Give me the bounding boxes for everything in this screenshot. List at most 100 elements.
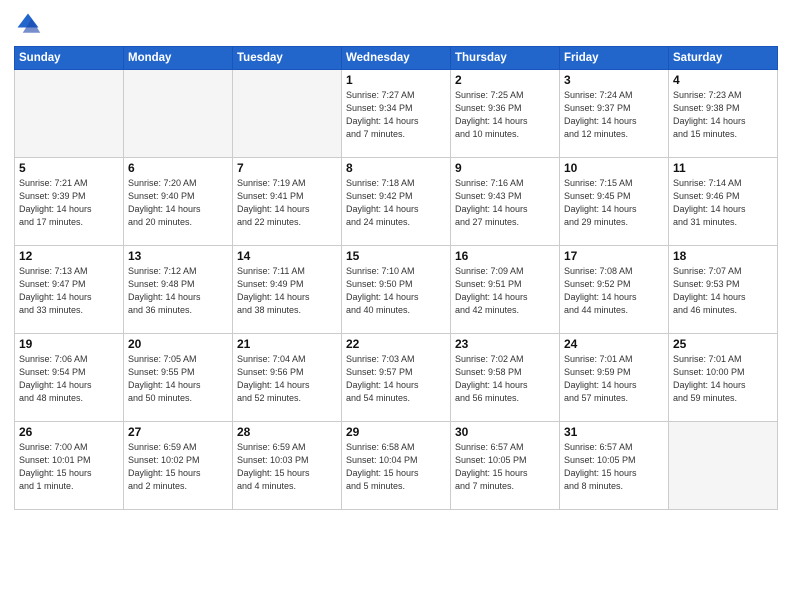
- weekday-header-friday: Friday: [560, 47, 669, 70]
- day-number: 22: [346, 337, 446, 351]
- day-info: Sunrise: 7:09 AMSunset: 9:51 PMDaylight:…: [455, 265, 555, 317]
- calendar-cell: 23 Sunrise: 7:02 AMSunset: 9:58 PMDayligh…: [451, 334, 560, 422]
- day-info: Sunrise: 7:25 AMSunset: 9:36 PMDaylight:…: [455, 89, 555, 141]
- calendar-cell: [669, 422, 778, 510]
- day-info: Sunrise: 7:04 AMSunset: 9:56 PMDaylight:…: [237, 353, 337, 405]
- day-info: Sunrise: 6:59 AMSunset: 10:02 PMDaylight…: [128, 441, 228, 493]
- day-number: 21: [237, 337, 337, 351]
- calendar-cell: 17 Sunrise: 7:08 AMSunset: 9:52 PMDayligh…: [560, 246, 669, 334]
- calendar-cell: 12 Sunrise: 7:13 AMSunset: 9:47 PMDayligh…: [15, 246, 124, 334]
- calendar-cell: 1Sunrise: 7:27 AMSunset: 9:34 PMDaylight…: [342, 70, 451, 158]
- week-row-1: 1Sunrise: 7:27 AMSunset: 9:34 PMDaylight…: [15, 70, 778, 158]
- calendar-cell: 6Sunrise: 7:20 AMSunset: 9:40 PMDaylight…: [124, 158, 233, 246]
- calendar-cell: 2 Sunrise: 7:25 AMSunset: 9:36 PMDaylight…: [451, 70, 560, 158]
- day-info: Sunrise: 7:20 AMSunset: 9:40 PMDaylight:…: [128, 177, 228, 229]
- day-number: 23: [455, 337, 555, 351]
- calendar-cell: 7 Sunrise: 7:19 AMSunset: 9:41 PMDaylight…: [233, 158, 342, 246]
- weekday-header-monday: Monday: [124, 47, 233, 70]
- day-info: Sunrise: 7:23 AMSunset: 9:38 PMDaylight:…: [673, 89, 773, 141]
- day-number: 30: [455, 425, 555, 439]
- week-row-3: 12 Sunrise: 7:13 AMSunset: 9:47 PMDayligh…: [15, 246, 778, 334]
- day-info: Sunrise: 7:02 AMSunset: 9:58 PMDaylight:…: [455, 353, 555, 405]
- day-info: Sunrise: 7:16 AMSunset: 9:43 PMDaylight:…: [455, 177, 555, 229]
- day-info: Sunrise: 6:57 AMSunset: 10:05 PMDaylight…: [564, 441, 664, 493]
- day-number: 13: [128, 249, 228, 263]
- calendar-cell: 3 Sunrise: 7:24 AMSunset: 9:37 PMDaylight…: [560, 70, 669, 158]
- calendar-cell: [233, 70, 342, 158]
- day-info: Sunrise: 7:21 AMSunset: 9:39 PMDaylight:…: [19, 177, 119, 229]
- day-info: Sunrise: 6:59 AMSunset: 10:03 PMDaylight…: [237, 441, 337, 493]
- day-info: Sunrise: 7:03 AMSunset: 9:57 PMDaylight:…: [346, 353, 446, 405]
- calendar-cell: 28 Sunrise: 6:59 AMSunset: 10:03 PMDaylig…: [233, 422, 342, 510]
- week-row-4: 19Sunrise: 7:06 AMSunset: 9:54 PMDayligh…: [15, 334, 778, 422]
- day-number: 19: [19, 337, 119, 351]
- logo: [14, 10, 44, 38]
- calendar-cell: 19Sunrise: 7:06 AMSunset: 9:54 PMDayligh…: [15, 334, 124, 422]
- day-number: 8: [346, 161, 446, 175]
- day-number: 7: [237, 161, 337, 175]
- weekday-header-sunday: Sunday: [15, 47, 124, 70]
- calendar-cell: 10 Sunrise: 7:15 AMSunset: 9:45 PMDayligh…: [560, 158, 669, 246]
- day-number: 9: [455, 161, 555, 175]
- day-number: 5: [19, 161, 119, 175]
- day-number: 28: [237, 425, 337, 439]
- day-number: 29: [346, 425, 446, 439]
- day-info: Sunrise: 7:11 AMSunset: 9:49 PMDaylight:…: [237, 265, 337, 317]
- calendar-cell: 8 Sunrise: 7:18 AMSunset: 9:42 PMDaylight…: [342, 158, 451, 246]
- day-number: 25: [673, 337, 773, 351]
- weekday-header-wednesday: Wednesday: [342, 47, 451, 70]
- calendar-cell: 25 Sunrise: 7:01 AMSunset: 10:00 PMDaylig…: [669, 334, 778, 422]
- day-number: 15: [346, 249, 446, 263]
- calendar-cell: 20 Sunrise: 7:05 AMSunset: 9:55 PMDayligh…: [124, 334, 233, 422]
- day-number: 27: [128, 425, 228, 439]
- day-number: 24: [564, 337, 664, 351]
- week-row-5: 26 Sunrise: 7:00 AMSunset: 10:01 PMDaylig…: [15, 422, 778, 510]
- day-info: Sunrise: 7:12 AMSunset: 9:48 PMDaylight:…: [128, 265, 228, 317]
- day-number: 20: [128, 337, 228, 351]
- calendar-cell: 4 Sunrise: 7:23 AMSunset: 9:38 PMDaylight…: [669, 70, 778, 158]
- day-number: 10: [564, 161, 664, 175]
- calendar-cell: 13 Sunrise: 7:12 AMSunset: 9:48 PMDayligh…: [124, 246, 233, 334]
- day-number: 31: [564, 425, 664, 439]
- day-info: Sunrise: 7:14 AMSunset: 9:46 PMDaylight:…: [673, 177, 773, 229]
- weekday-header-row: SundayMondayTuesdayWednesdayThursdayFrid…: [15, 47, 778, 70]
- calendar-cell: 24 Sunrise: 7:01 AMSunset: 9:59 PMDayligh…: [560, 334, 669, 422]
- day-info: Sunrise: 7:07 AMSunset: 9:53 PMDaylight:…: [673, 265, 773, 317]
- day-info: Sunrise: 7:15 AMSunset: 9:45 PMDaylight:…: [564, 177, 664, 229]
- day-info: Sunrise: 7:00 AMSunset: 10:01 PMDaylight…: [19, 441, 119, 493]
- day-number: 2: [455, 73, 555, 87]
- day-number: 14: [237, 249, 337, 263]
- day-number: 26: [19, 425, 119, 439]
- calendar-cell: 18Sunrise: 7:07 AMSunset: 9:53 PMDayligh…: [669, 246, 778, 334]
- day-info: Sunrise: 7:18 AMSunset: 9:42 PMDaylight:…: [346, 177, 446, 229]
- calendar-cell: 27 Sunrise: 6:59 AMSunset: 10:02 PMDaylig…: [124, 422, 233, 510]
- day-info: Sunrise: 7:08 AMSunset: 9:52 PMDaylight:…: [564, 265, 664, 317]
- calendar-cell: 5 Sunrise: 7:21 AMSunset: 9:39 PMDaylight…: [15, 158, 124, 246]
- week-row-2: 5 Sunrise: 7:21 AMSunset: 9:39 PMDaylight…: [15, 158, 778, 246]
- day-info: Sunrise: 7:01 AMSunset: 10:00 PMDaylight…: [673, 353, 773, 405]
- day-info: Sunrise: 7:05 AMSunset: 9:55 PMDaylight:…: [128, 353, 228, 405]
- weekday-header-saturday: Saturday: [669, 47, 778, 70]
- calendar-cell: 14 Sunrise: 7:11 AMSunset: 9:49 PMDayligh…: [233, 246, 342, 334]
- calendar-cell: 29 Sunrise: 6:58 AMSunset: 10:04 PMDaylig…: [342, 422, 451, 510]
- logo-icon: [14, 10, 42, 38]
- day-info: Sunrise: 6:57 AMSunset: 10:05 PMDaylight…: [455, 441, 555, 493]
- calendar-cell: [124, 70, 233, 158]
- calendar-table: SundayMondayTuesdayWednesdayThursdayFrid…: [14, 46, 778, 510]
- calendar-cell: 21 Sunrise: 7:04 AMSunset: 9:56 PMDayligh…: [233, 334, 342, 422]
- calendar-cell: 26 Sunrise: 7:00 AMSunset: 10:01 PMDaylig…: [15, 422, 124, 510]
- page: SundayMondayTuesdayWednesdayThursdayFrid…: [0, 0, 792, 612]
- day-number: 12: [19, 249, 119, 263]
- day-info: Sunrise: 7:24 AMSunset: 9:37 PMDaylight:…: [564, 89, 664, 141]
- day-number: 17: [564, 249, 664, 263]
- weekday-header-thursday: Thursday: [451, 47, 560, 70]
- weekday-header-tuesday: Tuesday: [233, 47, 342, 70]
- day-number: 3: [564, 73, 664, 87]
- calendar-cell: 9 Sunrise: 7:16 AMSunset: 9:43 PMDaylight…: [451, 158, 560, 246]
- day-info: Sunrise: 6:58 AMSunset: 10:04 PMDaylight…: [346, 441, 446, 493]
- day-info: Sunrise: 7:01 AMSunset: 9:59 PMDaylight:…: [564, 353, 664, 405]
- day-number: 4: [673, 73, 773, 87]
- day-info: Sunrise: 7:19 AMSunset: 9:41 PMDaylight:…: [237, 177, 337, 229]
- header: [14, 10, 778, 38]
- day-info: Sunrise: 7:13 AMSunset: 9:47 PMDaylight:…: [19, 265, 119, 317]
